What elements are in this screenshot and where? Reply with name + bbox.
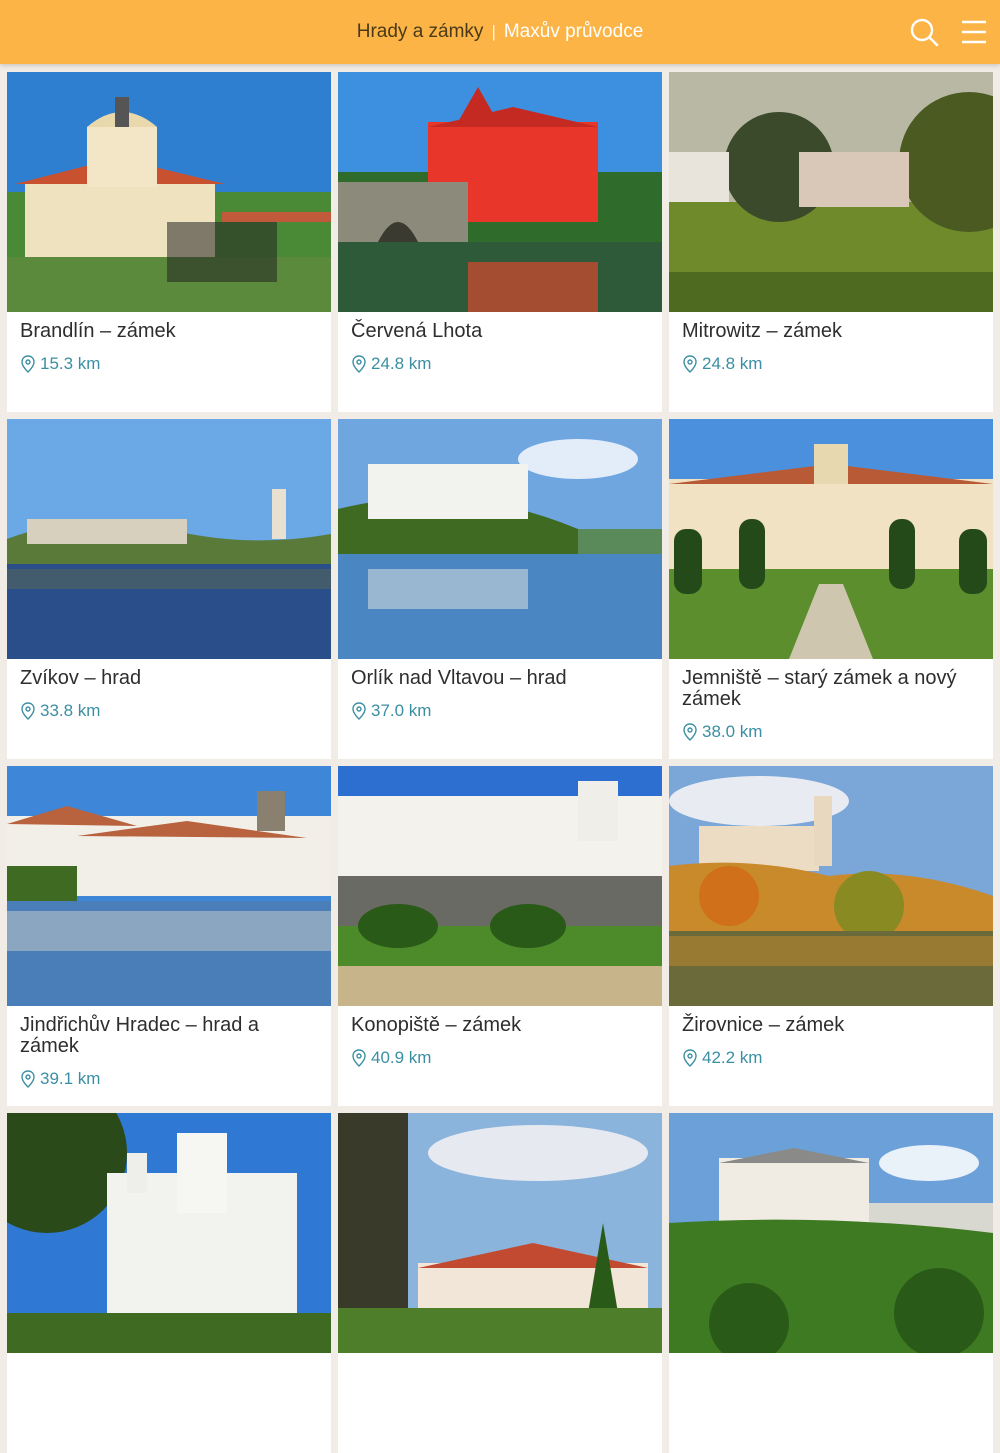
place-distance-row: 37.0 km bbox=[351, 701, 662, 721]
place-distance-row: 24.8 km bbox=[682, 354, 993, 374]
place-distance-row: 33.8 km bbox=[20, 701, 331, 721]
place-name: Konopiště – zámek bbox=[351, 1014, 522, 1036]
place-card[interactable]: Orlík nad Vltavou – hrad 37.0 km bbox=[338, 419, 662, 759]
place-distance: 40.9 km bbox=[371, 1048, 432, 1067]
menu-button[interactable] bbox=[956, 14, 992, 50]
place-photo bbox=[7, 419, 331, 659]
app-subtitle: Maxův průvodce bbox=[503, 21, 644, 42]
place-card[interactable]: Červená Lhota 24.8 km bbox=[338, 72, 662, 412]
header-title-group: Hrady a zámky | Maxův průvodce bbox=[0, 0, 1000, 64]
place-card[interactable]: Konopiště – zámek 40.9 km bbox=[338, 766, 662, 1106]
place-distance: 39.1 km bbox=[40, 1069, 101, 1088]
place-photo bbox=[669, 419, 993, 659]
place-distance: 15.3 km bbox=[40, 354, 101, 373]
place-photo bbox=[338, 1113, 662, 1353]
place-distance-row: 15.3 km bbox=[20, 354, 331, 374]
place-name: Brandlín – zámek bbox=[20, 320, 176, 342]
place-card[interactable]: Jemniště – starý zámek a nový zámek 38.0… bbox=[669, 419, 993, 759]
app-title: Hrady a zámky bbox=[356, 21, 484, 42]
location-pin-icon bbox=[21, 702, 35, 720]
place-distance-row: 24.8 km bbox=[351, 354, 662, 374]
place-distance-row: 42.2 km bbox=[682, 1048, 993, 1068]
place-card[interactable]: Žirovnice – zámek 42.2 km bbox=[669, 766, 993, 1106]
location-pin-icon bbox=[352, 702, 366, 720]
place-photo bbox=[338, 419, 662, 659]
search-button[interactable] bbox=[906, 14, 942, 50]
place-name: Červená Lhota bbox=[351, 320, 483, 342]
place-distance: 24.8 km bbox=[702, 354, 763, 373]
place-distance: 37.0 km bbox=[371, 701, 432, 720]
location-pin-icon bbox=[683, 355, 697, 373]
place-card[interactable]: Mitrowitz – zámek 24.8 km bbox=[669, 72, 993, 412]
place-distance: 24.8 km bbox=[371, 354, 432, 373]
place-photo bbox=[669, 1113, 993, 1353]
places-grid: Brandlín – zámek 15.3 km Červená Lhota 2 bbox=[7, 72, 993, 1453]
place-distance: 38.0 km bbox=[702, 722, 763, 741]
location-pin-icon bbox=[683, 1049, 697, 1067]
place-distance: 42.2 km bbox=[702, 1048, 763, 1067]
location-pin-icon bbox=[683, 723, 697, 741]
place-distance-row: 40.9 km bbox=[351, 1048, 662, 1068]
location-pin-icon bbox=[352, 355, 366, 373]
place-distance-row: 39.1 km bbox=[20, 1069, 331, 1089]
place-name: Jemniště – starý zámek a nový zámek bbox=[682, 667, 957, 710]
place-distance-row: 38.0 km bbox=[682, 722, 993, 742]
place-distance: 33.8 km bbox=[40, 701, 101, 720]
location-pin-icon bbox=[352, 1049, 366, 1067]
location-pin-icon bbox=[21, 1070, 35, 1088]
place-card[interactable]: Zvíkov – hrad 33.8 km bbox=[7, 419, 331, 759]
place-photo bbox=[7, 72, 331, 312]
place-card[interactable]: Jindřichův Hradec – hrad a zámek 39.1 km bbox=[7, 766, 331, 1106]
place-name: Zvíkov – hrad bbox=[20, 667, 142, 689]
search-icon bbox=[910, 18, 939, 47]
place-photo bbox=[338, 766, 662, 1006]
place-card[interactable]: Brandlín – zámek 15.3 km bbox=[7, 72, 331, 412]
hamburger-menu-icon bbox=[962, 20, 986, 44]
place-name: Orlík nad Vltavou – hrad bbox=[351, 667, 567, 689]
app-header: Hrady a zámky | Maxův průvodce bbox=[0, 0, 1000, 64]
place-name: Žirovnice – zámek bbox=[682, 1014, 845, 1036]
place-card[interactable] bbox=[338, 1113, 662, 1453]
place-photo bbox=[7, 1113, 331, 1353]
place-photo bbox=[7, 766, 331, 1006]
location-pin-icon bbox=[21, 355, 35, 373]
place-photo bbox=[669, 72, 993, 312]
place-photo bbox=[669, 766, 993, 1006]
place-name: Jindřichův Hradec – hrad a zámek bbox=[20, 1014, 260, 1057]
place-name: Mitrowitz – zámek bbox=[682, 320, 843, 342]
place-photo bbox=[338, 72, 662, 312]
place-card[interactable] bbox=[669, 1113, 993, 1453]
title-separator: | bbox=[491, 22, 496, 41]
place-card[interactable] bbox=[7, 1113, 331, 1453]
